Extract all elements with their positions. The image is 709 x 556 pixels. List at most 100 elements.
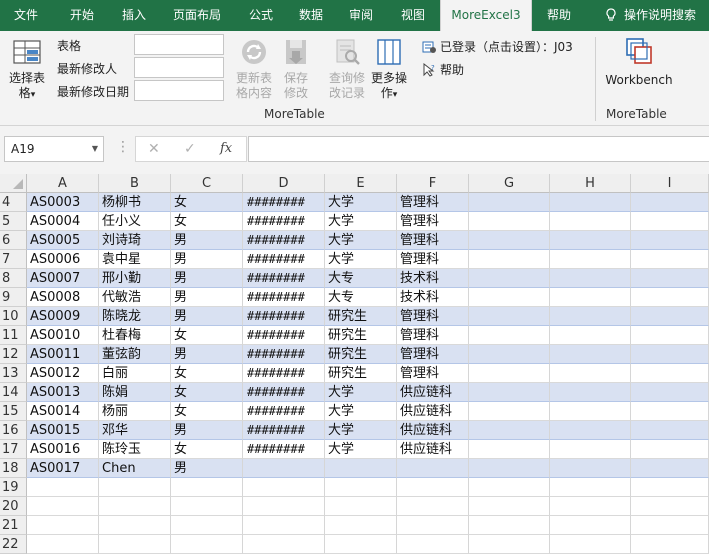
cell-i17[interactable] — [631, 440, 709, 459]
cell-b19[interactable] — [99, 478, 171, 497]
cell-a8[interactable]: AS0007 — [27, 269, 99, 288]
row-header[interactable]: 4 — [0, 193, 27, 212]
cell-e16[interactable]: 大学 — [325, 421, 397, 440]
row-header[interactable]: 7 — [0, 250, 27, 269]
cell-h14[interactable] — [550, 383, 631, 402]
cell-b22[interactable] — [99, 535, 171, 554]
cell-b17[interactable]: 陈玲玉 — [99, 440, 171, 459]
cell-a14[interactable]: AS0013 — [27, 383, 99, 402]
cell-g17[interactable] — [469, 440, 550, 459]
cell-g20[interactable] — [469, 497, 550, 516]
cell-c18[interactable]: 男 — [171, 459, 243, 478]
login-status-button[interactable]: 已登录（点击设置）：J03 — [422, 38, 573, 55]
cell-i4[interactable] — [631, 193, 709, 212]
tab-data[interactable]: 数据 — [288, 0, 334, 31]
cell-g12[interactable] — [469, 345, 550, 364]
cell-i22[interactable] — [631, 535, 709, 554]
cell-e22[interactable] — [325, 535, 397, 554]
cell-b5[interactable]: 任小义 — [99, 212, 171, 231]
spreadsheet-grid[interactable]: A B C D E F G H I 4 AS0003 杨柳书女 ######## 大学 管理科 5 AS0004… — [0, 174, 709, 556]
cell-c21[interactable] — [171, 516, 243, 535]
cell-c11[interactable]: 女 — [171, 326, 243, 345]
cell-h15[interactable] — [550, 402, 631, 421]
cell-a11[interactable]: AS0010 — [27, 326, 99, 345]
cell-f20[interactable] — [397, 497, 469, 516]
tab-insert[interactable]: 插入 — [110, 0, 158, 31]
row-header[interactable]: 6 — [0, 231, 27, 250]
cell-e10[interactable]: 研究生 — [325, 307, 397, 326]
cell-c19[interactable] — [171, 478, 243, 497]
query-changes-button[interactable]: 查询修 改记录 — [325, 37, 369, 101]
cell-i16[interactable] — [631, 421, 709, 440]
cell-i9[interactable] — [631, 288, 709, 307]
tab-view[interactable]: 视图 — [390, 0, 436, 31]
cell-c4[interactable]: 女 — [171, 193, 243, 212]
cell-b4[interactable]: 杨柳书 — [99, 193, 171, 212]
cell-e14[interactable]: 大学 — [325, 383, 397, 402]
cell-f21[interactable] — [397, 516, 469, 535]
cell-e7[interactable]: 大学 — [325, 250, 397, 269]
cell-i10[interactable] — [631, 307, 709, 326]
cell-c5[interactable]: 女 — [171, 212, 243, 231]
cell-c17[interactable]: 女 — [171, 440, 243, 459]
cell-e9[interactable]: 大专 — [325, 288, 397, 307]
cell-g11[interactable] — [469, 326, 550, 345]
cell-c16[interactable]: 男 — [171, 421, 243, 440]
cell-d17[interactable]: ######## — [243, 440, 325, 459]
cell-g8[interactable] — [469, 269, 550, 288]
cell-a13[interactable]: AS0012 — [27, 364, 99, 383]
cell-e8[interactable]: 大专 — [325, 269, 397, 288]
cell-f8[interactable]: 技术科 — [397, 269, 469, 288]
row-header[interactable]: 17 — [0, 440, 27, 459]
cell-a5[interactable]: AS0004 — [27, 212, 99, 231]
refresh-table-button[interactable]: 更新表 格内容 — [232, 37, 276, 101]
row-header[interactable]: 19 — [0, 478, 27, 497]
cell-f5[interactable]: 管理科 — [397, 212, 469, 231]
cell-e11[interactable]: 研究生 — [325, 326, 397, 345]
cell-a15[interactable]: AS0014 — [27, 402, 99, 421]
cell-c14[interactable]: 女 — [171, 383, 243, 402]
cell-b7[interactable]: 袁中星 — [99, 250, 171, 269]
save-changes-button[interactable]: 保存 修改 — [279, 37, 313, 101]
cell-e13[interactable]: 研究生 — [325, 364, 397, 383]
tab-tell-me[interactable]: 操作说明搜索 — [594, 0, 706, 31]
cell-c10[interactable]: 男 — [171, 307, 243, 326]
cell-f9[interactable]: 技术科 — [397, 288, 469, 307]
cell-g18[interactable] — [469, 459, 550, 478]
tab-formulas[interactable]: 公式 — [238, 0, 284, 31]
cell-b21[interactable] — [99, 516, 171, 535]
last-modified-date-field[interactable] — [134, 80, 224, 101]
cell-h5[interactable] — [550, 212, 631, 231]
help-button[interactable]: ? 帮助 — [422, 61, 464, 78]
cell-i19[interactable] — [631, 478, 709, 497]
row-header[interactable]: 20 — [0, 497, 27, 516]
row-header[interactable]: 5 — [0, 212, 27, 231]
cell-i18[interactable] — [631, 459, 709, 478]
cell-i14[interactable] — [631, 383, 709, 402]
tab-help[interactable]: 帮助 — [536, 0, 582, 31]
cell-a4[interactable]: AS0003 — [27, 193, 99, 212]
cell-d18[interactable] — [243, 459, 325, 478]
name-box[interactable]: A19 ▼ — [4, 136, 104, 162]
cell-f10[interactable]: 管理科 — [397, 307, 469, 326]
tab-moreexcel3[interactable]: MoreExcel3 — [440, 0, 532, 31]
cell-c15[interactable]: 女 — [171, 402, 243, 421]
cell-f11[interactable]: 管理科 — [397, 326, 469, 345]
cell-h6[interactable] — [550, 231, 631, 250]
cell-c6[interactable]: 男 — [171, 231, 243, 250]
cell-c8[interactable]: 男 — [171, 269, 243, 288]
cancel-icon[interactable]: ✕ — [148, 141, 160, 157]
cell-b16[interactable]: 邓华 — [99, 421, 171, 440]
cell-a18[interactable]: AS0017 — [27, 459, 99, 478]
cell-g13[interactable] — [469, 364, 550, 383]
enter-check-icon[interactable]: ✓ — [184, 141, 196, 157]
cell-f12[interactable]: 管理科 — [397, 345, 469, 364]
cell-c20[interactable] — [171, 497, 243, 516]
row-header[interactable]: 14 — [0, 383, 27, 402]
cell-i7[interactable] — [631, 250, 709, 269]
row-header[interactable]: 18 — [0, 459, 27, 478]
cell-e12[interactable]: 研究生 — [325, 345, 397, 364]
cell-f22[interactable] — [397, 535, 469, 554]
more-actions-button[interactable]: 更多操 作▾ — [368, 37, 410, 103]
row-header[interactable]: 10 — [0, 307, 27, 326]
